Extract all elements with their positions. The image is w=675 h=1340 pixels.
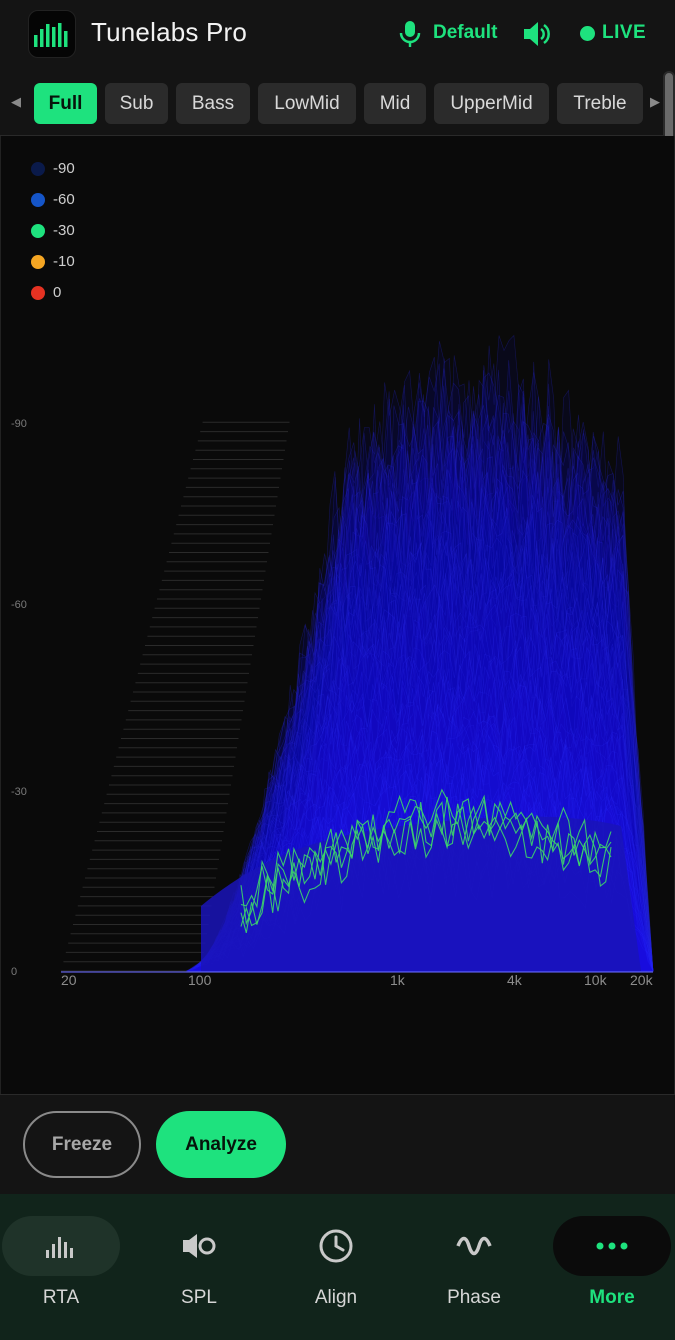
- tab-lowmid[interactable]: LowMid: [258, 83, 356, 124]
- legend-label: -60: [53, 191, 75, 208]
- waterfall-graphic: [61, 334, 654, 973]
- microphone-icon[interactable]: [398, 20, 422, 48]
- nav-item-phase[interactable]: Phase: [415, 1216, 533, 1326]
- nav-item-rta[interactable]: RTA: [2, 1216, 120, 1326]
- nav-label: Align: [314, 1287, 358, 1308]
- legend-swatch: [31, 162, 45, 176]
- y-tick-label: -30: [11, 786, 27, 798]
- live-status-label: LIVE: [602, 22, 647, 43]
- tab-mid[interactable]: Mid: [364, 83, 426, 124]
- legend-swatch: [31, 193, 45, 207]
- tab-treble[interactable]: Treble: [557, 83, 643, 124]
- x-tick-label: 20: [61, 972, 77, 988]
- tab-uppermid[interactable]: UpperMid: [434, 83, 549, 124]
- live-status-dot: [580, 26, 595, 41]
- y-tick-label: 0: [11, 966, 18, 978]
- legend-label: -90: [53, 160, 75, 177]
- more-dots-icon: [596, 1242, 628, 1250]
- app-header: Tunelabs Pro Default LIVE: [0, 0, 675, 70]
- tabs-prev-arrow-icon[interactable]: ◀: [11, 94, 21, 110]
- app-title: Tunelabs Pro: [91, 17, 248, 47]
- legend-swatch: [31, 286, 45, 300]
- tab-full[interactable]: Full: [34, 83, 97, 124]
- legend-swatch: [31, 255, 45, 269]
- x-tick-label: 10k: [584, 972, 607, 988]
- nav-item-align[interactable]: Align: [277, 1216, 395, 1326]
- tabs-next-arrow-icon[interactable]: ▶: [650, 94, 660, 110]
- app-logo-icon: [28, 10, 76, 58]
- tab-bass[interactable]: Bass: [176, 83, 250, 124]
- spectrum-waterfall-plot[interactable]: -90 -60 -30 -10 0 -90 -60 -30 0 20 100 1…: [0, 136, 675, 1094]
- x-tick-label: 4k: [507, 972, 522, 988]
- x-tick-label: 100: [188, 972, 212, 988]
- legend-label: -10: [53, 253, 75, 270]
- spl-meter-icon: [183, 1234, 216, 1258]
- band-tabs: ◀ Full Sub Bass LowMid Mid UpperMid Treb…: [0, 70, 675, 136]
- nav-label: Phase: [447, 1287, 501, 1308]
- analyze-button[interactable]: Analyze: [156, 1111, 286, 1178]
- nav-label: SPL: [181, 1287, 217, 1308]
- bottom-navigation: RTA SPL Align Phase More: [0, 1194, 675, 1340]
- freeze-button[interactable]: Freeze: [23, 1111, 141, 1178]
- legend-swatch: [31, 224, 45, 238]
- nav-item-more[interactable]: More: [553, 1216, 671, 1326]
- nav-label: RTA: [42, 1287, 80, 1308]
- nav-item-spl[interactable]: SPL: [140, 1216, 258, 1326]
- input-source-label[interactable]: Default: [433, 22, 497, 44]
- tab-sub[interactable]: Sub: [105, 83, 168, 124]
- control-bar: Freeze Analyze: [0, 1094, 675, 1194]
- legend-label: -30: [53, 222, 75, 239]
- wave-icon: [456, 1236, 492, 1256]
- clock-icon: [319, 1229, 353, 1263]
- nav-label: More: [589, 1287, 635, 1308]
- rta-bars-icon: [46, 1237, 73, 1258]
- speaker-icon[interactable]: [522, 19, 552, 49]
- y-tick-label: -60: [11, 599, 27, 611]
- x-tick-label: 20k: [630, 972, 653, 988]
- y-tick-label: -90: [11, 418, 27, 430]
- legend-label: 0: [53, 284, 62, 301]
- x-tick-label: 1k: [390, 972, 405, 988]
